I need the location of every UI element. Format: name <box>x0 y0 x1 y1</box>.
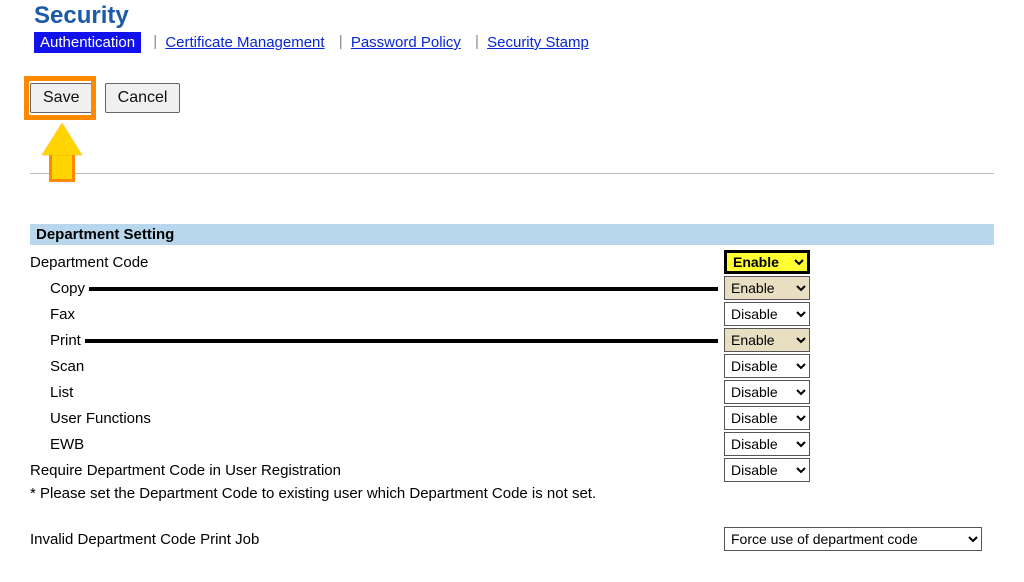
select-user-functions[interactable]: Disable Enable <box>724 406 810 430</box>
row-department-code: Department Code Enable Disable <box>30 249 994 275</box>
label-department-code: Department Code <box>30 254 148 271</box>
action-bar: Save Cancel <box>30 83 994 133</box>
select-require-code[interactable]: Disable Enable <box>724 458 810 482</box>
tab-separator: | <box>339 33 343 50</box>
label-fax: Fax <box>30 306 75 323</box>
row-copy: Copy Enable Disable <box>30 275 994 301</box>
horizontal-rule <box>30 173 994 174</box>
select-list[interactable]: Disable Enable <box>724 380 810 404</box>
row-ewb: EWB Disable Enable <box>30 431 994 457</box>
row-invalid-job: Invalid Department Code Print Job Force … <box>30 526 994 552</box>
save-button[interactable]: Save <box>30 83 92 113</box>
section-header: Department Setting <box>30 224 994 245</box>
label-user-functions: User Functions <box>30 410 151 427</box>
select-print[interactable]: Enable Disable <box>724 328 810 352</box>
row-list: List Disable Enable <box>30 379 994 405</box>
row-fax: Fax Disable Enable <box>30 301 994 327</box>
note-text: * Please set the Department Code to exis… <box>30 485 994 502</box>
tab-bar: Authentication | Certificate Management … <box>30 32 994 53</box>
label-require-code: Require Department Code in User Registra… <box>30 462 341 479</box>
select-fax[interactable]: Disable Enable <box>724 302 810 326</box>
tab-separator: | <box>475 33 479 50</box>
select-copy[interactable]: Enable Disable <box>724 276 810 300</box>
tab-separator: | <box>153 33 157 50</box>
label-list: List <box>30 384 73 401</box>
page-title: Security <box>30 0 994 30</box>
row-user-functions: User Functions Disable Enable <box>30 405 994 431</box>
select-invalid-job[interactable]: Force use of department code <box>724 527 982 551</box>
label-print: Print <box>30 332 81 349</box>
cancel-button[interactable]: Cancel <box>105 83 181 113</box>
label-ewb: EWB <box>30 436 84 453</box>
row-scan: Scan Disable Enable <box>30 353 994 379</box>
select-ewb[interactable]: Disable Enable <box>724 432 810 456</box>
row-require-code: Require Department Code in User Registra… <box>30 457 994 483</box>
row-print: Print Enable Disable <box>30 327 994 353</box>
select-department-code[interactable]: Enable Disable <box>724 250 810 274</box>
label-copy: Copy <box>30 280 85 297</box>
tab-authentication[interactable]: Authentication <box>34 32 141 53</box>
select-scan[interactable]: Disable Enable <box>724 354 810 378</box>
tab-security-stamp[interactable]: Security Stamp <box>485 32 591 53</box>
arrow-annotation-icon <box>42 123 82 178</box>
label-invalid-job: Invalid Department Code Print Job <box>30 531 259 548</box>
tab-password-policy[interactable]: Password Policy <box>349 32 463 53</box>
department-setting-section: Department Setting Department Code Enabl… <box>30 224 994 552</box>
tab-certificate-management[interactable]: Certificate Management <box>163 32 326 53</box>
label-scan: Scan <box>30 358 84 375</box>
